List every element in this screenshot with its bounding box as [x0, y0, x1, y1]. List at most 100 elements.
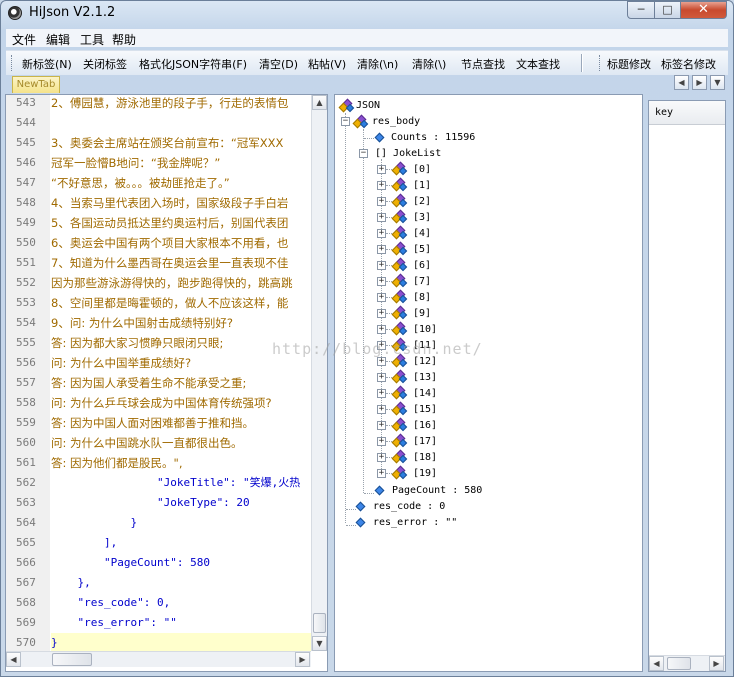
code-line[interactable]: 7、知道为什么墨西哥在奥运会里一直表现不佳 — [51, 253, 311, 273]
key-scroll-left-icon[interactable]: ◀ — [649, 656, 664, 671]
expand-icon[interactable]: + — [377, 197, 386, 206]
tree-node-item[interactable]: [7] — [413, 274, 431, 290]
code-line[interactable]: 答: 因为国人承受着生命不能承受之重; — [51, 373, 311, 393]
expand-icon[interactable]: + — [377, 293, 386, 302]
expand-icon[interactable]: + — [377, 421, 386, 430]
tree-node-item[interactable]: [15] — [413, 402, 437, 418]
code-line[interactable]: 8、空间里都是晦霍顿的，做人不应该这样，能 — [51, 293, 311, 313]
scroll-up-icon[interactable]: ▲ — [312, 95, 327, 110]
title-bar[interactable]: HiJson V2.1.2 ─ □ ✕ — [1, 1, 733, 27]
key-scroll-right-icon[interactable]: ▶ — [709, 656, 724, 671]
expand-icon[interactable]: + — [377, 453, 386, 462]
tree-node-item[interactable]: [14] — [413, 386, 437, 402]
tree-node-item[interactable]: [6] — [413, 258, 431, 274]
clear-newline-button[interactable]: 清除(\n) — [357, 56, 398, 72]
tab-list-button[interactable]: ▼ — [710, 75, 725, 90]
edit-tab-name-button[interactable]: 标签名修改 — [661, 56, 716, 72]
tree-node-json[interactable]: JSON — [356, 98, 380, 114]
tree-node-item[interactable]: [4] — [413, 226, 431, 242]
menu-help[interactable]: 帮助 — [112, 31, 136, 48]
code-line[interactable] — [51, 113, 311, 133]
code-line[interactable]: "JokeType": 20 — [51, 493, 311, 513]
expand-icon[interactable]: + — [377, 229, 386, 238]
tree-node-item[interactable]: [10] — [413, 322, 437, 338]
maximize-button[interactable]: □ — [654, 1, 681, 19]
tree-node-item[interactable]: [0] — [413, 162, 431, 178]
scroll-right-icon[interactable]: ▶ — [295, 652, 310, 667]
node-search-button[interactable]: 节点查找 — [461, 56, 505, 72]
editor-vertical-scrollbar[interactable]: ▲ ▼ — [311, 95, 327, 651]
menu-file[interactable]: 文件 — [12, 31, 36, 48]
tree-node-res-body[interactable]: res_body — [372, 114, 420, 130]
tree-node-item[interactable]: [17] — [413, 434, 437, 450]
expand-icon[interactable]: + — [377, 437, 386, 446]
code-line[interactable]: 3、奥委会主席站在颁奖台前宣布：“冠军XXX — [51, 133, 311, 153]
key-column-header[interactable]: key — [649, 101, 725, 125]
toolbar-grip[interactable] — [11, 55, 15, 71]
expand-icon[interactable]: + — [377, 181, 386, 190]
tree-node-item[interactable]: [1] — [413, 178, 431, 194]
editor-horizontal-scrollbar[interactable]: ◀ ▶ — [6, 651, 311, 667]
code-line[interactable]: 问: 为什么中国跳水队一直都很出色。 — [51, 433, 311, 453]
tree-node-item[interactable]: [2] — [413, 194, 431, 210]
json-tree-view[interactable]: JSON − res_body Counts : 11596−[] JokeList +… — [334, 94, 643, 672]
expand-icon[interactable]: + — [377, 213, 386, 222]
tab-next-button[interactable]: ▶ — [692, 75, 707, 90]
tree-node-counts[interactable]: Counts : 11596 — [391, 130, 475, 146]
code-line[interactable]: 4、当索马里代表团入场时，国家级段子手白岩 — [51, 193, 311, 213]
expand-icon[interactable]: + — [377, 357, 386, 366]
menu-tools[interactable]: 工具 — [80, 31, 104, 48]
paste-button[interactable]: 粘帖(V) — [308, 56, 346, 72]
tree-node-item[interactable]: [18] — [413, 450, 437, 466]
tree-node-item[interactable]: [5] — [413, 242, 431, 258]
key-horizontal-scrollbar[interactable]: ◀ ▶ — [649, 655, 725, 671]
expand-icon[interactable]: + — [377, 245, 386, 254]
code-line[interactable]: 2、傅园慧，游泳池里的段子手，行走的表情包 — [51, 93, 311, 113]
tree-node-res-error[interactable]: res_error : "" — [373, 515, 457, 531]
code-line[interactable]: "res_code": 0, — [51, 593, 311, 613]
clear-button[interactable]: 清空(D) — [259, 56, 298, 72]
menu-edit[interactable]: 编辑 — [46, 31, 70, 48]
editor-hscroll-thumb[interactable] — [52, 653, 92, 666]
text-search-button[interactable]: 文本查找 — [516, 56, 560, 72]
tab-newtab[interactable]: NewTab — [12, 76, 60, 93]
code-line[interactable]: "PageCount": 580 — [51, 553, 311, 573]
expand-icon[interactable]: + — [377, 469, 386, 478]
expand-icon[interactable]: + — [377, 309, 386, 318]
tab-prev-button[interactable]: ◀ — [674, 75, 689, 90]
code-line[interactable]: 9、问: 为什么中国射击成绩特别好? — [51, 313, 311, 333]
new-tab-button[interactable]: 新标签(N) — [22, 56, 72, 72]
tree-node-item[interactable]: [9] — [413, 306, 431, 322]
close-tab-button[interactable]: 关闭标签 — [83, 56, 127, 72]
minimize-button[interactable]: ─ — [627, 1, 655, 19]
res-body-collapse-icon[interactable]: − — [341, 117, 350, 126]
clear-backslash-button[interactable]: 清除(\) — [412, 56, 446, 72]
code-line[interactable]: } — [51, 633, 311, 653]
tree-node-jokelist[interactable]: [] JokeList — [375, 146, 441, 162]
expand-icon[interactable]: + — [377, 277, 386, 286]
tree-node-res-code[interactable]: res_code : 0 — [373, 499, 445, 515]
format-json-button[interactable]: 格式化JSON字符串(F) — [139, 56, 247, 72]
expand-icon[interactable]: + — [377, 325, 386, 334]
code-line[interactable]: 问: 为什么乒乓球会成为中国体育传统强项? — [51, 393, 311, 413]
close-button[interactable]: ✕ — [680, 1, 727, 19]
tree-node-item[interactable]: [3] — [413, 210, 431, 226]
code-line[interactable]: 答: 因为中国人面对困难都善于推和挡。 — [51, 413, 311, 433]
expand-icon[interactable]: + — [377, 261, 386, 270]
code-line[interactable]: “不好意思，被。。。被劫匪抢走了。” — [51, 173, 311, 193]
tree-node-item[interactable]: [8] — [413, 290, 431, 306]
tree-node-item[interactable]: [13] — [413, 370, 437, 386]
code-line[interactable]: } — [51, 513, 311, 533]
expand-icon[interactable]: + — [377, 389, 386, 398]
code-line[interactable]: ], — [51, 533, 311, 553]
editor-vscroll-thumb[interactable] — [313, 613, 326, 633]
tree-node-item[interactable]: [16] — [413, 418, 437, 434]
code-line[interactable]: 因为那些游泳游得快的，跑步跑得快的，跳高跳 — [51, 273, 311, 293]
expand-icon[interactable]: + — [377, 373, 386, 382]
json-editor[interactable]: 543 544 545 546 547 548 549 550 551 552 553 554 555 5… — [5, 94, 328, 672]
expand-icon[interactable]: + — [377, 405, 386, 414]
code-line[interactable]: "JokeTitle": "笑爆,火热 — [51, 473, 311, 493]
code-line[interactable]: 答: 因为他们都是股民。", — [51, 453, 311, 473]
code-line[interactable]: 5、各国运动员抵达里约奥运村后，别国代表团 — [51, 213, 311, 233]
code-line[interactable]: 6、奥运会中国有两个项目大家根本不用看，也 — [51, 233, 311, 253]
